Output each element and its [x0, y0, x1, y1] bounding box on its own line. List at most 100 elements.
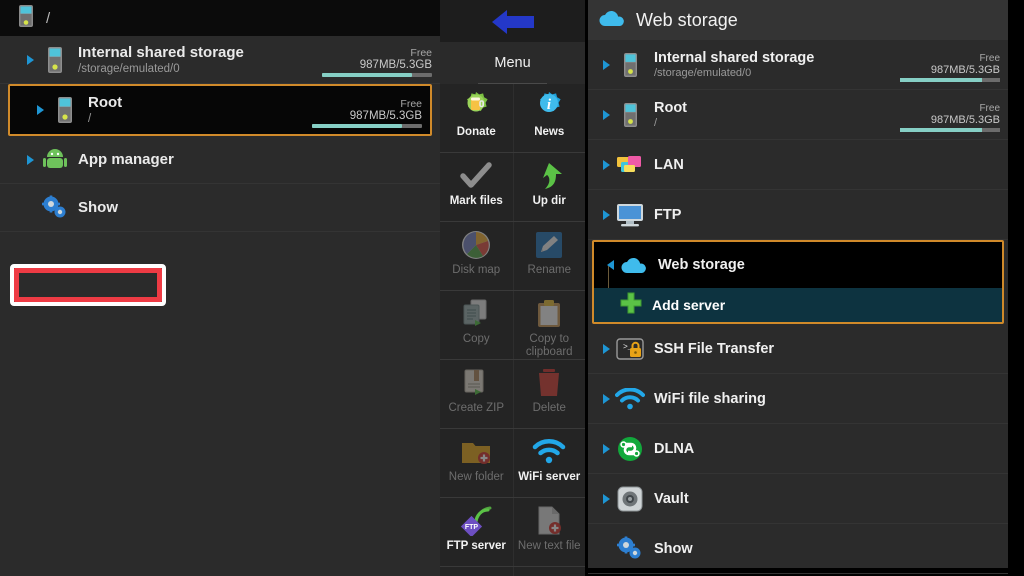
menu-item-disk-map[interactable]: Disk map	[440, 222, 513, 290]
menu-row: Mark files Up dir	[440, 153, 585, 222]
menu-item-partial[interactable]	[512, 567, 586, 576]
list-item-title: App manager	[78, 151, 174, 168]
list-item-selected[interactable]: Root / Free 987MB/5.3GB	[8, 84, 432, 136]
menu-item-wifi-server[interactable]: WiFi server	[512, 429, 586, 497]
ftp-icon: FTP	[459, 504, 493, 538]
add-server-button[interactable]: Add server	[594, 288, 1002, 322]
menu-item-up-dir[interactable]: Up dir	[512, 153, 586, 221]
menu-back-bar[interactable]	[440, 0, 585, 42]
list-item-show[interactable]: Show	[0, 184, 440, 232]
breadcrumb-path: /	[46, 9, 51, 27]
list-item-title: Internal shared storage	[654, 49, 815, 66]
expand-caret-icon[interactable]	[598, 493, 614, 504]
android-robot-icon	[38, 148, 72, 172]
expand-caret-icon[interactable]	[598, 443, 614, 454]
menu-item-new-text-file[interactable]: New text file	[512, 498, 586, 566]
expand-caret-icon[interactable]	[598, 209, 614, 220]
list-item-title: Show	[654, 540, 693, 557]
expand-caret-icon[interactable]	[22, 54, 38, 65]
list-item-title: FTP	[654, 206, 682, 223]
page-title-label: Web storage	[636, 9, 738, 30]
collapse-caret-icon[interactable]	[602, 260, 618, 270]
list-item-ssh-file-transfer[interactable]: >_ SSH File Transfer	[588, 324, 1008, 374]
internal-storage-icon	[614, 102, 646, 128]
free-label: Free	[979, 103, 1000, 114]
menu-item-copy-to-clipboard[interactable]: Copy to clipboard	[512, 291, 586, 359]
internal-storage-icon	[48, 96, 82, 124]
list-item-wifi-file-sharing[interactable]: WiFi file sharing	[588, 374, 1008, 424]
menu-item-new-folder[interactable]: New folder	[440, 429, 513, 497]
beer-mug-icon	[460, 90, 492, 124]
list-item-show[interactable]: Show	[588, 524, 1008, 574]
cloud-icon	[598, 8, 626, 33]
list-item-title: LAN	[654, 156, 684, 173]
list-item-path: /storage/emulated/0	[654, 66, 752, 79]
web-storage-group-highlight: Web storage Add server	[592, 240, 1004, 324]
list-item-lan[interactable]: LAN	[588, 140, 1008, 190]
cloud-icon	[618, 255, 650, 275]
menu-row: FTP FTP server New text file	[440, 498, 585, 567]
back-arrow-icon[interactable]	[490, 7, 536, 42]
new-text-file-icon	[535, 504, 563, 538]
green-plus-icon	[620, 292, 642, 319]
storage-meter: Free 987MB/5.3GB	[310, 98, 430, 128]
expand-caret-icon[interactable]	[598, 109, 614, 120]
list-item[interactable]: App manager	[0, 136, 440, 184]
list-item[interactable]: Internal shared storage /storage/emulate…	[588, 40, 1008, 90]
menu-item-mark-files[interactable]: Mark files	[440, 153, 513, 221]
free-label: Free	[979, 53, 1000, 64]
menu-item-label: Mark files	[449, 195, 503, 207]
size-label: 987MB/5.3GB	[930, 64, 1000, 76]
list-item-vault[interactable]: Vault	[588, 474, 1008, 524]
menu-item-donate[interactable]: Donate	[440, 84, 513, 152]
menu-item-partial[interactable]	[440, 567, 513, 576]
storage-progress-track	[900, 78, 1000, 82]
add-server-label: Add server	[652, 297, 726, 313]
expand-caret-icon[interactable]	[32, 105, 48, 115]
list-item[interactable]: Internal shared storage /storage/emulate…	[0, 36, 440, 84]
list-item-web-storage-expanded[interactable]: Web storage	[594, 242, 1002, 288]
menu-title: Menu	[440, 42, 585, 84]
menu-row: New folder WiFi server	[440, 429, 585, 498]
expand-caret-icon[interactable]	[598, 59, 614, 70]
internal-storage-icon	[18, 4, 34, 33]
left-storage-list: Internal shared storage /storage/emulate…	[0, 36, 440, 232]
lan-icon	[614, 153, 646, 177]
menu-row: Copy Copy to clipboard	[440, 291, 585, 360]
list-item-title: Internal shared storage	[78, 43, 244, 61]
storage-progress-fill	[900, 78, 982, 82]
checkmark-icon	[460, 159, 492, 193]
new-folder-icon	[460, 435, 492, 469]
list-item-dlna[interactable]: DLNA	[588, 424, 1008, 474]
menu-item-label: Donate	[456, 126, 496, 138]
expand-caret-icon[interactable]	[598, 159, 614, 170]
menu-item-label: Create ZIP	[448, 402, 505, 414]
menu-item-rename[interactable]: Rename	[512, 222, 586, 290]
list-item[interactable]: Root / Free 987MB/5.3GB	[588, 90, 1008, 140]
menu-item-label: Disk map	[452, 264, 501, 276]
pencil-icon	[535, 228, 563, 262]
page-title: Web storage	[588, 0, 1008, 40]
menu-panel: Menu Donate i News Mark files Up dir Dis…	[440, 0, 585, 576]
expand-caret-icon[interactable]	[598, 393, 614, 404]
wifi-icon	[532, 435, 566, 469]
storage-meter: Free 987MB/5.3GB	[320, 47, 440, 77]
menu-item-label: Rename	[527, 264, 571, 276]
menu-item-copy[interactable]: Copy	[440, 291, 513, 359]
menu-item-news[interactable]: i News	[512, 84, 586, 152]
expand-caret-icon[interactable]	[598, 343, 614, 354]
internal-storage-icon	[614, 52, 646, 78]
menu-item-label: New text file	[517, 540, 581, 552]
list-item-path: /	[88, 113, 92, 125]
menu-item-delete[interactable]: Delete	[512, 360, 586, 428]
menu-row-partial	[440, 567, 585, 576]
internal-storage-icon	[38, 46, 72, 74]
menu-item-ftp-server[interactable]: FTP FTP server	[440, 498, 513, 566]
list-item-path: /	[654, 116, 658, 129]
breadcrumb[interactable]: /	[0, 0, 440, 36]
list-item-ftp[interactable]: FTP	[588, 190, 1008, 240]
menu-item-create-zip[interactable]: Create ZIP	[440, 360, 513, 428]
expand-caret-icon[interactable]	[22, 154, 38, 165]
size-label: 987MB/5.3GB	[930, 114, 1000, 126]
app-screen: / Internal shared storage /storage/emula…	[0, 0, 1024, 576]
